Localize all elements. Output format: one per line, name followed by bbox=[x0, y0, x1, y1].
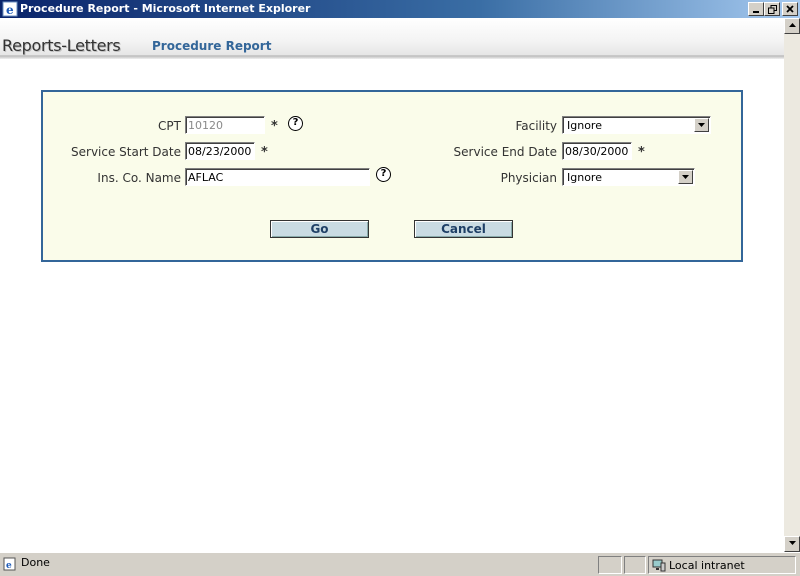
cpt-label: CPT bbox=[158, 119, 181, 133]
ins-co-name-label: Ins. Co. Name bbox=[97, 171, 181, 185]
restore-button[interactable] bbox=[764, 2, 780, 16]
service-end-date-input[interactable]: 08/30/2000 bbox=[562, 142, 632, 160]
security-zone-pane: Local intranet bbox=[648, 556, 796, 574]
physician-label: Physician bbox=[500, 171, 557, 185]
svg-text:e: e bbox=[6, 3, 14, 17]
security-zone-text: Local intranet bbox=[669, 559, 745, 572]
restore-icon bbox=[765, 5, 779, 14]
facility-label: Facility bbox=[515, 119, 557, 133]
physician-selected-value: Ignore bbox=[567, 171, 602, 184]
status-text: Done bbox=[21, 556, 50, 569]
service-start-required-marker: * bbox=[261, 145, 268, 160]
status-bar: e Done Local intranet bbox=[0, 552, 800, 576]
close-icon bbox=[783, 5, 797, 13]
local-intranet-icon bbox=[652, 559, 666, 575]
minimize-button[interactable] bbox=[748, 2, 764, 16]
cancel-button[interactable]: Cancel bbox=[414, 220, 513, 238]
svg-text:e: e bbox=[6, 561, 12, 571]
cpt-help-icon[interactable]: ? bbox=[288, 116, 303, 131]
service-start-date-input[interactable]: 08/23/2000 bbox=[185, 142, 255, 160]
scroll-down-button[interactable] bbox=[784, 536, 800, 552]
ins-co-help-icon[interactable]: ? bbox=[376, 167, 391, 182]
window-title: Procedure Report - Microsoft Internet Ex… bbox=[20, 2, 311, 15]
title-bar[interactable]: e Procedure Report - Microsoft Internet … bbox=[0, 0, 800, 18]
close-button[interactable] bbox=[782, 2, 798, 16]
page-done-icon: e bbox=[3, 557, 17, 574]
chevron-down-icon[interactable] bbox=[694, 118, 709, 132]
vertical-scrollbar[interactable] bbox=[784, 18, 800, 552]
status-pane bbox=[598, 556, 622, 574]
physician-select[interactable]: Ignore bbox=[562, 168, 695, 186]
go-button[interactable]: Go bbox=[270, 220, 369, 238]
chevron-down-icon[interactable] bbox=[678, 170, 693, 184]
status-pane bbox=[624, 556, 646, 574]
ins-co-name-input[interactable]: AFLAC bbox=[185, 168, 370, 186]
browser-content: Reports-Letters Procedure Report CPT 101… bbox=[0, 18, 784, 552]
brand-logo: Reports-Letters bbox=[2, 36, 121, 55]
service-end-required-marker: * bbox=[638, 145, 645, 160]
facility-select[interactable]: Ignore bbox=[562, 116, 711, 134]
arrow-down-icon bbox=[785, 541, 799, 545]
arrow-up-icon bbox=[785, 23, 799, 27]
header-divider bbox=[0, 56, 784, 59]
minimize-icon bbox=[749, 5, 763, 13]
cpt-required-marker: * bbox=[271, 119, 278, 134]
facility-selected-value: Ignore bbox=[567, 119, 602, 132]
service-start-date-label: Service Start Date bbox=[71, 145, 181, 159]
report-form-panel: CPT 10120 * ? Facility Ignore Service St… bbox=[41, 90, 743, 262]
page-header: Reports-Letters Procedure Report bbox=[0, 18, 784, 56]
scroll-up-button[interactable] bbox=[784, 18, 800, 34]
ie-icon: e bbox=[2, 1, 18, 17]
page-title: Procedure Report bbox=[152, 39, 272, 53]
cpt-input[interactable]: 10120 bbox=[185, 116, 265, 134]
service-end-date-label: Service End Date bbox=[453, 145, 557, 159]
